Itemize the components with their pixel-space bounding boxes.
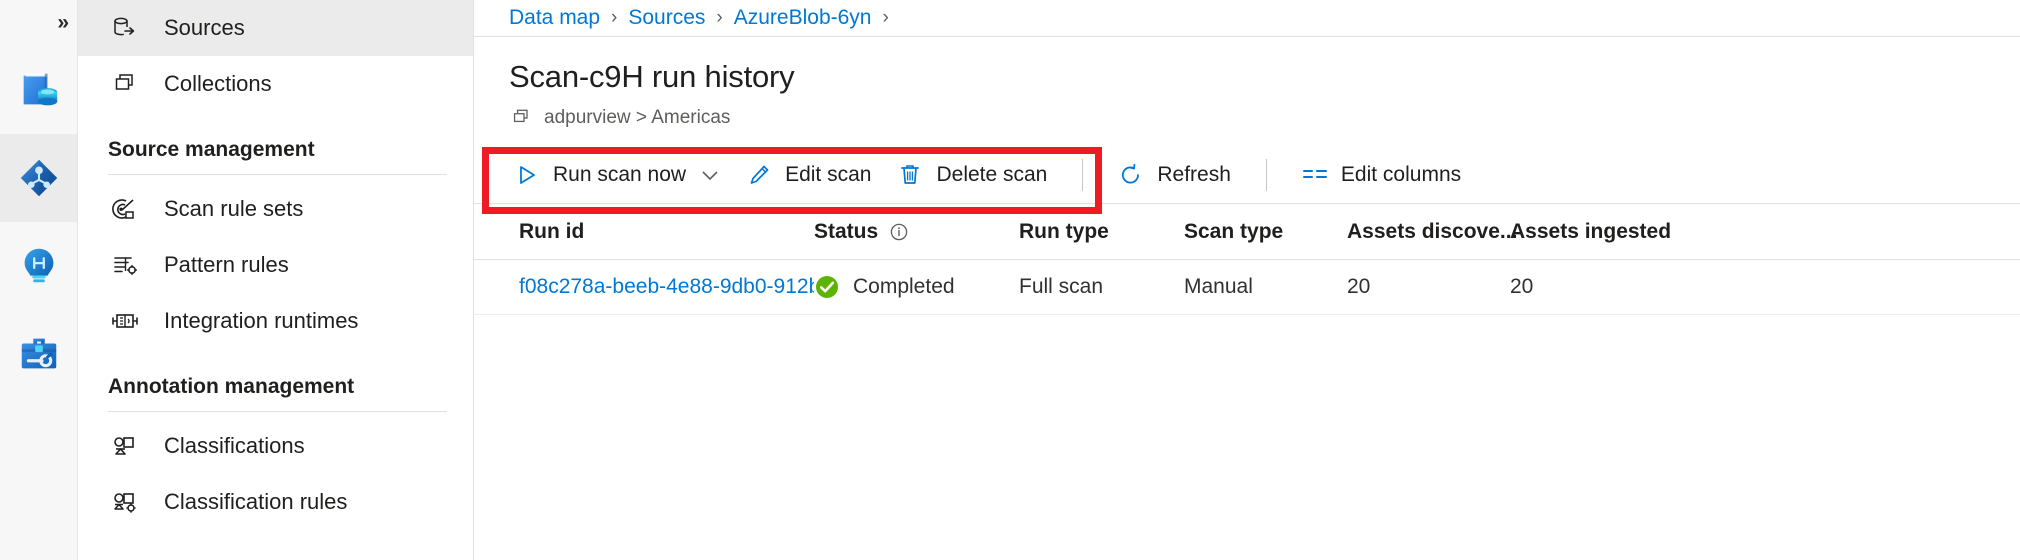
sidebar-item-label: Collections xyxy=(164,71,272,97)
purview-scan-run-history-page: » xyxy=(0,0,2020,560)
info-circle-icon[interactable] xyxy=(889,222,909,242)
sidebar-nav: Sources Collections Source management xyxy=(78,0,474,560)
columns-lines-icon xyxy=(1302,165,1328,185)
breadcrumb-item-data-map[interactable]: Data map xyxy=(509,6,600,30)
cell-assets-discovered: 20 xyxy=(1347,275,1510,299)
table-row[interactable]: f08c278a-beeb-4e88-9db0-912b3b1 Complete… xyxy=(474,260,2020,315)
breadcrumb-separator-icon: › xyxy=(716,7,722,29)
command-bar-container: Run scan now Edit scan xyxy=(474,147,2020,204)
column-header-label: Assets ingested xyxy=(1510,220,1671,244)
column-header-label: Run type xyxy=(1019,220,1109,244)
page-subtitle: adpurview > Americas xyxy=(509,106,2020,130)
sidebar-item-integration-runtimes[interactable]: Integration runtimes xyxy=(78,293,473,349)
cell-status: Completed xyxy=(814,274,1019,300)
edit-columns-label: Edit columns xyxy=(1341,163,1461,187)
refresh-label: Refresh xyxy=(1157,163,1231,187)
run-history-table: Run id Status Run type xyxy=(474,204,2020,315)
breadcrumb-item-azureblob[interactable]: AzureBlob-6yn xyxy=(734,6,872,30)
lightbulb-icon xyxy=(16,243,62,289)
column-header-run-type[interactable]: Run type xyxy=(1019,220,1184,244)
sidebar-item-label: Sources xyxy=(164,15,245,41)
edit-columns-button[interactable]: Edit columns xyxy=(1289,153,1474,197)
expand-rail-chevrons: » xyxy=(57,11,67,35)
sidebar-item-label: Integration runtimes xyxy=(164,308,358,334)
breadcrumb-item-sources[interactable]: Sources xyxy=(628,6,705,30)
edit-scan-button[interactable]: Edit scan xyxy=(733,153,884,197)
column-header-run-id[interactable]: Run id xyxy=(519,220,814,244)
chevron-down-icon[interactable] xyxy=(700,165,720,185)
data-map-diamond-icon xyxy=(16,155,62,201)
sidebar-item-label: Classification rules xyxy=(164,489,347,515)
sidebar-item-classifications[interactable]: Classifications xyxy=(78,418,473,474)
column-header-label: Run id xyxy=(519,220,584,244)
column-header-assets-ingested[interactable]: Assets ingested xyxy=(1510,220,1740,244)
sidebar-item-collections[interactable]: Collections xyxy=(78,56,473,112)
run-scan-now-label: Run scan now xyxy=(553,163,686,187)
sidebar-item-label: Pattern rules xyxy=(164,252,289,278)
cell-scan-type: Manual xyxy=(1184,275,1347,299)
table-header-row: Run id Status Run type xyxy=(474,204,2020,260)
classification-rules-icon xyxy=(108,487,142,517)
scan-rule-sets-icon xyxy=(108,194,142,224)
sidebar-section-divider xyxy=(108,174,447,175)
breadcrumb-separator-icon: › xyxy=(611,7,617,29)
column-header-status[interactable]: Status xyxy=(814,220,1019,244)
sources-icon xyxy=(108,13,142,43)
page-header: Scan-c9H run history adpurview > America… xyxy=(474,37,2020,130)
column-header-assets-discovered[interactable]: Assets discove... xyxy=(1347,220,1510,244)
book-database-icon xyxy=(16,67,62,113)
breadcrumb-separator-icon: › xyxy=(883,7,889,29)
toolbox-wrench-icon xyxy=(16,331,62,377)
edit-scan-label: Edit scan xyxy=(785,163,871,187)
refresh-button[interactable]: Refresh xyxy=(1105,153,1244,197)
expand-rail-button[interactable]: » xyxy=(0,0,77,46)
rail-item-data-catalog[interactable] xyxy=(0,46,77,134)
sidebar-item-sources[interactable]: Sources xyxy=(78,0,473,56)
column-header-label: Status xyxy=(814,220,878,244)
pencil-icon xyxy=(746,163,772,187)
sidebar-item-classification-rules[interactable]: Classification rules xyxy=(78,474,473,530)
column-header-label: Assets discove... xyxy=(1347,220,1517,244)
rail-item-management[interactable] xyxy=(0,310,77,398)
cell-status-text: Completed xyxy=(853,275,955,299)
cell-run-id[interactable]: f08c278a-beeb-4e88-9db0-912b3b1 xyxy=(519,275,814,299)
sidebar-section-heading: Annotation management xyxy=(78,349,473,411)
toolbar-divider-1 xyxy=(1082,159,1083,191)
command-bar: Run scan now Edit scan xyxy=(474,147,2020,202)
toolbar-divider-2 xyxy=(1266,159,1267,191)
trash-icon xyxy=(897,163,923,187)
run-scan-now-button[interactable]: Run scan now xyxy=(501,153,733,197)
sidebar-section-heading: Source management xyxy=(78,112,473,174)
sidebar-item-label: Classifications xyxy=(164,433,305,459)
check-circle-icon xyxy=(814,274,840,300)
page-subtitle-text: adpurview > Americas xyxy=(544,107,730,129)
rail-item-insights[interactable] xyxy=(0,222,77,310)
main-content: Data map › Sources › AzureBlob-6yn › Sca… xyxy=(474,0,2020,560)
page-title: Scan-c9H run history xyxy=(509,59,2020,95)
collections-icon xyxy=(108,69,142,99)
sidebar-item-label: Scan rule sets xyxy=(164,196,303,222)
refresh-circle-icon xyxy=(1118,163,1144,187)
play-triangle-icon xyxy=(514,164,540,186)
left-icon-rail: » xyxy=(0,0,78,560)
breadcrumb: Data map › Sources › AzureBlob-6yn › xyxy=(474,0,2020,37)
cell-assets-ingested: 20 xyxy=(1510,275,1740,299)
rail-item-data-map[interactable] xyxy=(0,134,77,222)
column-header-label: Scan type xyxy=(1184,220,1283,244)
column-header-scan-type[interactable]: Scan type xyxy=(1184,220,1347,244)
delete-scan-button[interactable]: Delete scan xyxy=(884,153,1060,197)
sidebar-item-scan-rule-sets[interactable]: Scan rule sets xyxy=(78,181,473,237)
integration-runtimes-icon xyxy=(108,306,142,336)
classifications-icon xyxy=(108,431,142,461)
delete-scan-label: Delete scan xyxy=(936,163,1047,187)
cell-run-type: Full scan xyxy=(1019,275,1184,299)
collections-icon xyxy=(509,106,533,130)
pattern-rules-icon xyxy=(108,250,142,280)
sidebar-section-divider xyxy=(108,411,447,412)
sidebar-item-pattern-rules[interactable]: Pattern rules xyxy=(78,237,473,293)
